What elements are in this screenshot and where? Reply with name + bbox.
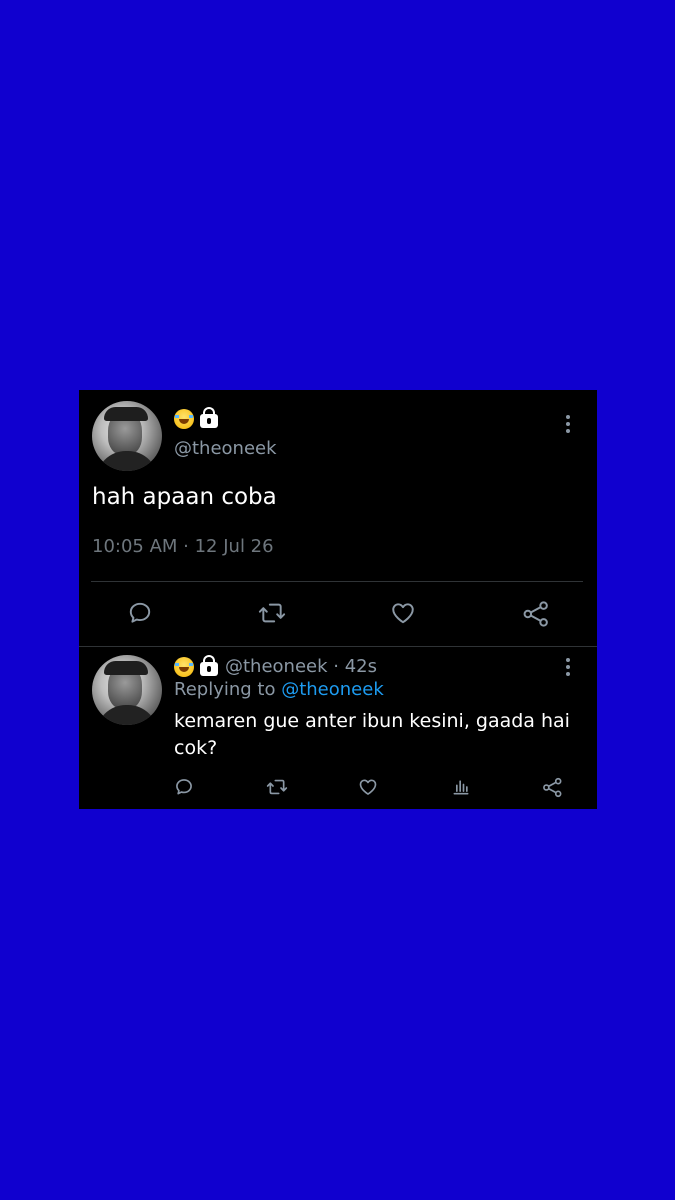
- reply-more-icon[interactable]: [565, 658, 571, 678]
- tweet-timestamp: 10:05 AM · 12 Jul 26: [92, 536, 274, 557]
- replying-to-label: Replying to: [174, 679, 276, 700]
- reply-handle[interactable]: @theoneek: [225, 656, 328, 677]
- reply-text: kemaren gue anter ibun kesini, gaada hai…: [174, 710, 570, 759]
- lock-icon: [200, 655, 218, 676]
- reply-icon[interactable]: [127, 600, 153, 626]
- like-icon[interactable]: [390, 600, 416, 626]
- replying-to-mention[interactable]: @theoneek: [281, 679, 384, 700]
- tweet-separator: [79, 646, 597, 647]
- reply-header: @theoneek · 42s Replying to @theoneek: [174, 655, 384, 701]
- face-with-tears-of-joy-emoji-icon: [174, 408, 194, 429]
- reply-age: · 42s: [333, 656, 378, 677]
- divider: [91, 581, 583, 582]
- face-with-tears-of-joy-emoji-icon: [174, 657, 194, 677]
- retweet-icon[interactable]: [265, 777, 289, 797]
- share-icon[interactable]: [522, 600, 550, 628]
- tweet-card: @theoneek hah apaan coba 10:05 AM · 12 J…: [79, 390, 597, 809]
- reply-icon[interactable]: [174, 777, 194, 797]
- lock-icon: [200, 406, 218, 428]
- analytics-icon[interactable]: [451, 777, 471, 797]
- reply-avatar[interactable]: [92, 655, 162, 725]
- user-badges: [174, 406, 218, 430]
- retweet-icon[interactable]: [257, 600, 287, 626]
- like-icon[interactable]: [358, 777, 378, 797]
- user-handle[interactable]: @theoneek: [174, 438, 277, 459]
- more-icon[interactable]: [565, 415, 571, 435]
- avatar[interactable]: [92, 401, 162, 471]
- tweet-text: hah apaan coba: [92, 484, 277, 510]
- share-icon[interactable]: [542, 777, 563, 798]
